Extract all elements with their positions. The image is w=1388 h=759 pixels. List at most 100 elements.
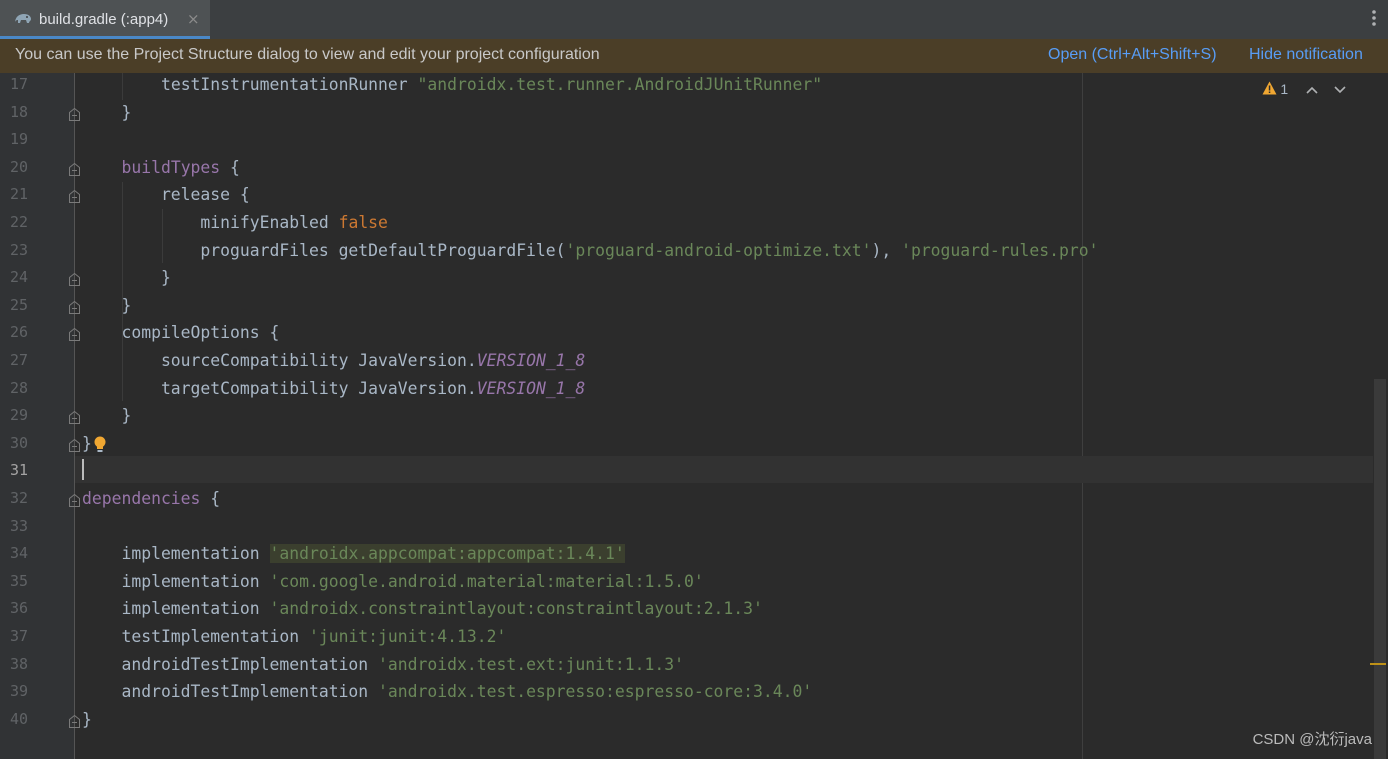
code-token: 'proguard-rules.pro' bbox=[901, 240, 1099, 260]
code-token: proguardFiles getDefaultProguardFile( bbox=[82, 240, 566, 260]
fold-marker-icon[interactable] bbox=[69, 106, 80, 121]
code-token: ), bbox=[871, 240, 902, 260]
code-token: 'androidx.test.ext:junit:1.1.3' bbox=[378, 654, 684, 674]
code-line[interactable]: } bbox=[82, 430, 92, 457]
inspection-widget[interactable]: 1 bbox=[1262, 81, 1346, 97]
fold-marker-icon[interactable] bbox=[69, 409, 80, 425]
code-token: 'com.google.android.material:material:1.… bbox=[269, 571, 704, 591]
line-number[interactable]: 29 bbox=[0, 402, 28, 429]
code-token: minifyEnabled bbox=[82, 213, 339, 232]
line-number[interactable]: 17 bbox=[0, 71, 28, 98]
line-number[interactable]: 39 bbox=[0, 678, 28, 705]
notification-message: You can use the Project Structure dialog… bbox=[15, 46, 600, 63]
code-token: { bbox=[220, 157, 240, 177]
line-number[interactable]: 19 bbox=[0, 126, 28, 153]
code-token: androidTestImplementation bbox=[82, 654, 379, 674]
more-vertical-icon[interactable] bbox=[1372, 9, 1376, 31]
open-project-structure-link[interactable]: Open (Ctrl+Alt+Shift+S) bbox=[1048, 46, 1217, 64]
code-token: buildTypes bbox=[121, 157, 221, 177]
line-number[interactable]: 37 bbox=[0, 623, 28, 650]
code-token: { bbox=[200, 489, 221, 508]
line-number[interactable]: 28 bbox=[0, 375, 28, 402]
line-number[interactable]: 40 bbox=[0, 706, 28, 733]
code-token: 'androidx.appcompat:appcompat:1.4.1' bbox=[269, 544, 625, 564]
code-line[interactable]: testInstrumentationRunner "androidx.test… bbox=[82, 71, 822, 98]
code-token: VERSION_1_8 bbox=[476, 351, 586, 370]
line-number[interactable]: 38 bbox=[0, 651, 28, 678]
code-token: androidTestImplementation bbox=[82, 682, 379, 702]
code-token: release { bbox=[82, 185, 250, 205]
code-line[interactable]: androidTestImplementation 'androidx.test… bbox=[82, 678, 812, 705]
code-line[interactable]: minifyEnabled false bbox=[82, 209, 388, 236]
fold-marker-icon[interactable] bbox=[69, 492, 80, 507]
code-token: testImplementation bbox=[82, 627, 309, 646]
code-token: 'proguard-android-optimize.txt' bbox=[565, 240, 872, 260]
code-line[interactable]: } bbox=[82, 402, 131, 429]
tab-title: build.gradle (:app4) bbox=[39, 11, 169, 28]
line-number[interactable]: 25 bbox=[0, 292, 28, 319]
code-editor[interactable]: 17 testInstrumentationRunner "androidx.t… bbox=[0, 73, 1388, 759]
code-line[interactable]: implementation 'androidx.constraintlayou… bbox=[82, 595, 762, 622]
right-margin-guide bbox=[1082, 73, 1083, 759]
vertical-scrollbar-thumb[interactable] bbox=[1374, 379, 1386, 759]
next-highlight-icon[interactable] bbox=[1334, 81, 1346, 97]
code-line[interactable]: implementation 'com.google.android.mater… bbox=[82, 568, 704, 595]
fold-marker-icon[interactable] bbox=[69, 326, 80, 342]
fold-marker-icon[interactable] bbox=[69, 437, 80, 452]
code-token: } bbox=[82, 433, 92, 453]
line-number[interactable]: 24 bbox=[0, 264, 28, 291]
code-line[interactable]: sourceCompatibility JavaVersion.VERSION_… bbox=[82, 347, 585, 374]
line-number[interactable]: 23 bbox=[0, 237, 28, 264]
gradle-elephant-icon bbox=[13, 11, 33, 31]
tab-build-gradle[interactable]: build.gradle (:app4) × bbox=[0, 0, 210, 39]
fold-marker-icon[interactable] bbox=[69, 161, 80, 176]
code-token: } bbox=[82, 295, 132, 315]
line-number[interactable]: 31 bbox=[0, 457, 28, 484]
code-line[interactable]: implementation 'androidx.appcompat:appco… bbox=[82, 540, 625, 567]
line-number[interactable]: 20 bbox=[0, 154, 28, 181]
line-number[interactable]: 32 bbox=[0, 485, 28, 512]
code-line[interactable]: release { bbox=[82, 181, 250, 208]
scrollbar-warning-marker[interactable] bbox=[1370, 663, 1386, 665]
fold-marker-icon[interactable] bbox=[69, 299, 80, 314]
code-line[interactable]: } bbox=[82, 99, 131, 126]
code-line[interactable]: } bbox=[82, 706, 92, 733]
line-number[interactable]: 30 bbox=[0, 430, 28, 457]
code-line[interactable]: proguardFiles getDefaultProguardFile('pr… bbox=[82, 237, 1098, 264]
project-structure-notification: You can use the Project Structure dialog… bbox=[0, 39, 1388, 73]
code-token: implementation bbox=[82, 599, 270, 619]
fold-marker-icon[interactable] bbox=[69, 188, 80, 204]
tab-close-icon[interactable]: × bbox=[187, 10, 200, 28]
fold-marker-icon[interactable] bbox=[69, 713, 80, 728]
previous-highlight-icon[interactable] bbox=[1306, 81, 1322, 97]
lightbulb-icon[interactable] bbox=[93, 436, 107, 458]
line-number[interactable]: 26 bbox=[0, 319, 28, 346]
text-caret bbox=[82, 459, 84, 480]
line-number[interactable]: 21 bbox=[0, 181, 28, 208]
code-token: } bbox=[82, 709, 92, 729]
code-line[interactable]: } bbox=[82, 264, 171, 291]
code-token: targetCompatibility JavaVersion. bbox=[82, 378, 477, 398]
line-number[interactable]: 22 bbox=[0, 209, 28, 236]
fold-marker-icon[interactable] bbox=[69, 271, 80, 287]
code-line[interactable]: buildTypes { bbox=[82, 154, 240, 181]
code-line[interactable]: testImplementation 'junit:junit:4.13.2' bbox=[82, 623, 506, 650]
code-token: } bbox=[82, 102, 132, 122]
line-number[interactable]: 27 bbox=[0, 347, 28, 374]
line-number[interactable]: 18 bbox=[0, 99, 28, 126]
code-token: false bbox=[338, 213, 388, 232]
line-number[interactable]: 36 bbox=[0, 595, 28, 622]
code-line[interactable]: androidTestImplementation 'androidx.test… bbox=[82, 651, 684, 678]
code-line[interactable]: targetCompatibility JavaVersion.VERSION_… bbox=[82, 375, 585, 402]
watermark: CSDN @沈衍java bbox=[1252, 731, 1372, 748]
code-line[interactable]: } bbox=[82, 292, 131, 319]
code-token: } bbox=[82, 268, 171, 288]
hide-notification-link[interactable]: Hide notification bbox=[1249, 46, 1363, 64]
line-number[interactable]: 33 bbox=[0, 513, 28, 540]
line-number[interactable]: 34 bbox=[0, 540, 28, 567]
code-line[interactable]: dependencies { bbox=[82, 485, 220, 512]
warning-count: 1 bbox=[1280, 81, 1289, 97]
line-number[interactable]: 35 bbox=[0, 568, 28, 595]
code-line[interactable]: compileOptions { bbox=[82, 319, 279, 346]
